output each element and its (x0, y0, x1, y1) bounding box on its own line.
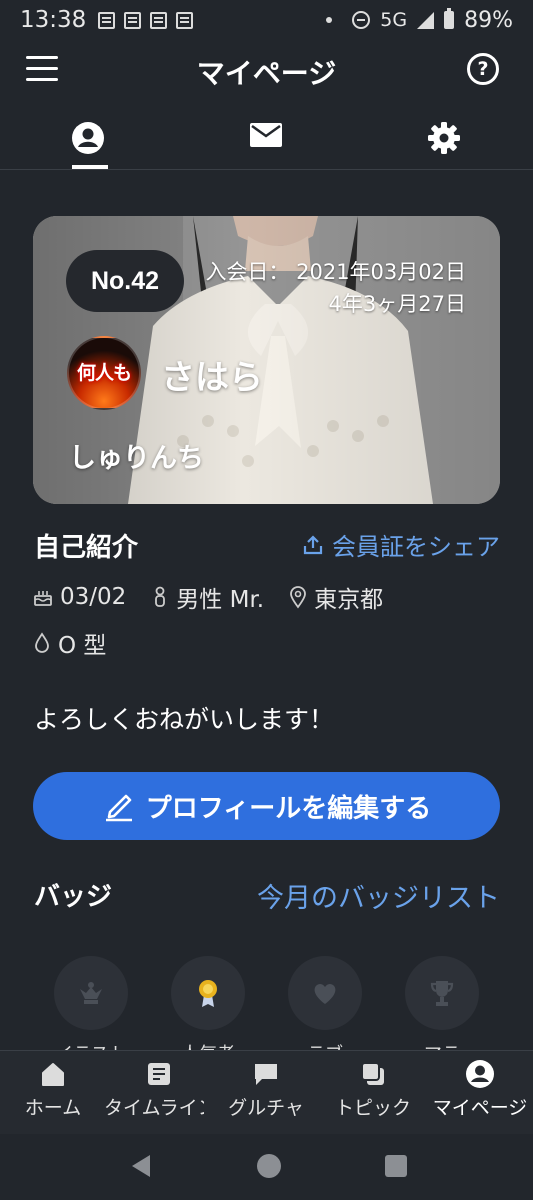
blood-type-item: O 型 (32, 626, 106, 660)
gear-icon (428, 122, 460, 154)
battery-icon (444, 8, 455, 29)
avatar-text: 何人も (76, 362, 132, 384)
topic-icon (361, 1062, 384, 1085)
trophy-icon (430, 981, 454, 1006)
share-card-label: 会員証をシェア (332, 533, 500, 561)
bio-text: よろしくおねがいします！ (34, 705, 335, 734)
badge-item[interactable] (54, 956, 128, 1030)
home-circle-icon[interactable] (256, 1153, 282, 1179)
drop-icon (35, 632, 49, 653)
badges-title: バッジ (34, 882, 113, 912)
mypage-icon (466, 1060, 494, 1088)
birthday: 03/02 (60, 584, 127, 610)
notification-icon (124, 11, 142, 29)
heart-icon (314, 983, 336, 1004)
nav-home-label: ホーム (24, 1097, 82, 1119)
home-icon (42, 1063, 64, 1086)
location-pin-icon (290, 586, 307, 609)
share-card-link[interactable]: 会員証をシェア (302, 527, 500, 562)
timeline-icon (148, 1063, 170, 1085)
page-title: マイページ (196, 57, 337, 90)
blood-type: O 型 (58, 633, 107, 659)
medal-icon (199, 980, 217, 1007)
notification-icon (176, 11, 194, 29)
network-type: 5G (380, 9, 408, 31)
tab-indicator (72, 165, 108, 169)
recents-icon[interactable] (384, 1154, 408, 1178)
top-tab-bar (0, 108, 533, 170)
cake-icon (34, 591, 52, 606)
tab-settings[interactable] (404, 108, 484, 170)
status-bar: 13:38 5G 89% (0, 0, 533, 40)
mail-icon (250, 123, 282, 147)
battery-level: 89% (464, 7, 513, 33)
nav-group-chat-label: グルチャ (228, 1097, 304, 1119)
membership-duration: 4年3ヶ月27日 (328, 292, 466, 316)
crown-icon (80, 982, 102, 1004)
signal-icon (417, 11, 435, 29)
tab-messages[interactable] (226, 108, 306, 170)
do-not-disturb-icon (352, 11, 371, 29)
location: 東京都 (314, 587, 384, 613)
join-date: 入会日： 2021年03月02日 (205, 260, 466, 284)
badge-item[interactable] (405, 956, 479, 1030)
notification-icon (98, 11, 116, 29)
info-row: 03/02 男性 Mr. 東京都 (32, 580, 407, 614)
join-date-block: 入会日： 2021年03月02日 4年3ヶ月27日 (205, 256, 466, 320)
nav-topic[interactable]: トピック (318, 1059, 428, 1120)
back-icon[interactable] (128, 1152, 154, 1180)
person-icon (155, 586, 166, 607)
person-circle-icon (72, 122, 104, 154)
info-row-2: O 型 (32, 626, 130, 660)
nav-mypage-label: マイページ (432, 1097, 528, 1119)
bottom-nav: ホーム タイムライン グルチャ トピック (0, 1050, 533, 1134)
gender-item: 男性 Mr. (150, 580, 264, 614)
gender: 男性 Mr. (176, 587, 265, 613)
nav-home[interactable]: ホーム (0, 1059, 108, 1120)
notification-icons (98, 11, 194, 29)
chat-icon (255, 1064, 277, 1085)
avatar[interactable]: 何人も (67, 336, 141, 410)
nav-topic-label: トピック (334, 1097, 411, 1119)
nav-mypage[interactable]: マイページ (425, 1059, 533, 1120)
pencil-icon (105, 794, 132, 822)
edit-profile-button[interactable]: プロフィールを編集する (33, 772, 500, 840)
help-icon[interactable]: ? (467, 53, 499, 85)
system-nav-bar (0, 1134, 533, 1200)
badge-item[interactable] (171, 956, 245, 1030)
status-time: 13:38 (20, 7, 87, 33)
badge-item[interactable] (288, 956, 362, 1030)
nav-group-chat[interactable]: グルチャ (211, 1059, 321, 1120)
nav-timeline-label: タイムライン (104, 1097, 204, 1119)
birthday-item: 03/02 (32, 584, 126, 610)
app-header: マイページ ? (0, 40, 533, 100)
member-card: No.42 入会日： 2021年03月02日 4年3ヶ月27日 何人も さはら … (33, 216, 500, 504)
nav-timeline[interactable]: タイムライン (104, 1059, 214, 1120)
share-icon (303, 534, 323, 554)
sub-name: しゅりんち (69, 443, 204, 474)
notification-icon (150, 11, 168, 29)
intro-title: 自己紹介 (34, 533, 139, 563)
monthly-badge-list-link[interactable]: 今月のバッジリスト (257, 876, 500, 915)
edit-profile-label: プロフィールを編集する (145, 793, 432, 824)
tab-profile[interactable] (48, 108, 128, 170)
member-number: No.42 (66, 250, 184, 312)
location-item: 東京都 (288, 580, 383, 614)
status-right: 5G 89% (326, 8, 513, 33)
dot-icon (326, 17, 333, 23)
display-name: さはら (161, 358, 263, 398)
